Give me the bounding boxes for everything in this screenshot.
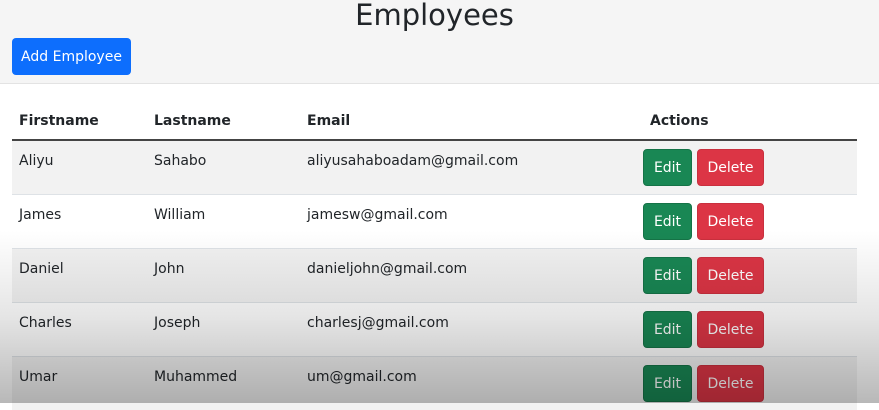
edit-button[interactable]: Edit	[643, 149, 692, 186]
lastname-cell: Muhammed	[147, 357, 300, 410]
firstname-cell: Umar	[12, 357, 147, 410]
lastname-cell: William	[147, 195, 300, 249]
actions-cell: EditDelete	[643, 140, 857, 195]
actions-cell: EditDelete	[643, 357, 857, 410]
email-text: um@gmail.com	[307, 357, 643, 385]
lastname-cell: Joseph	[147, 303, 300, 357]
edit-button[interactable]: Edit	[643, 203, 692, 240]
email-text: aliyusahaboadam@gmail.com	[307, 141, 643, 169]
lastname-text: William	[154, 195, 300, 223]
table-header-row: Firstname Lastname Email Actions	[12, 102, 857, 140]
actions-cell: EditDelete	[643, 249, 857, 303]
table-row: Daniel John danieljohn@gmail.com EditDel…	[12, 249, 857, 303]
table-row: Charles Joseph charlesj@gmail.com EditDe…	[12, 303, 857, 357]
email-text: danieljohn@gmail.com	[307, 249, 643, 277]
employees-table: Firstname Lastname Email Actions Aliyu S…	[12, 102, 857, 410]
email-cell: danieljohn@gmail.com	[300, 249, 643, 303]
delete-button[interactable]: Delete	[697, 257, 764, 294]
edit-button[interactable]: Edit	[643, 311, 692, 348]
column-header-email: Email	[300, 102, 643, 140]
email-cell: charlesj@gmail.com	[300, 303, 643, 357]
add-employee-button[interactable]: Add Employee	[12, 38, 131, 75]
actions-cell: EditDelete	[643, 195, 857, 249]
column-header-lastname: Lastname	[147, 102, 300, 140]
delete-button[interactable]: Delete	[697, 365, 764, 402]
lastname-text: John	[154, 249, 300, 277]
email-text: charlesj@gmail.com	[307, 303, 643, 331]
lastname-cell: John	[147, 249, 300, 303]
edit-button[interactable]: Edit	[643, 257, 692, 294]
table-row: Aliyu Sahabo aliyusahaboadam@gmail.com E…	[12, 140, 857, 195]
firstname-cell: Daniel	[12, 249, 147, 303]
delete-button[interactable]: Delete	[697, 311, 764, 348]
table-row: Umar Muhammed um@gmail.com EditDelete	[12, 357, 857, 410]
lastname-text: Joseph	[154, 303, 300, 331]
column-header-actions: Actions	[643, 102, 857, 140]
email-text: jamesw@gmail.com	[307, 195, 643, 223]
email-cell: um@gmail.com	[300, 357, 643, 410]
column-header-firstname: Firstname	[12, 102, 147, 140]
firstname-text: Aliyu	[19, 141, 147, 169]
edit-button[interactable]: Edit	[643, 365, 692, 402]
firstname-cell: James	[12, 195, 147, 249]
header-area: Employees Add Employee	[0, 0, 879, 84]
email-cell: jamesw@gmail.com	[300, 195, 643, 249]
actions-cell: EditDelete	[643, 303, 857, 357]
table-row: James William jamesw@gmail.com EditDelet…	[12, 195, 857, 249]
firstname-text: Daniel	[19, 249, 147, 277]
firstname-cell: Charles	[12, 303, 147, 357]
lastname-text: Muhammed	[154, 357, 300, 385]
email-cell: aliyusahaboadam@gmail.com	[300, 140, 643, 195]
lastname-text: Sahabo	[154, 141, 300, 169]
delete-button[interactable]: Delete	[697, 149, 764, 186]
firstname-text: Umar	[19, 357, 147, 385]
firstname-cell: Aliyu	[12, 140, 147, 195]
firstname-text: James	[19, 195, 147, 223]
lastname-cell: Sahabo	[147, 140, 300, 195]
delete-button[interactable]: Delete	[697, 203, 764, 240]
page-title: Employees	[0, 0, 869, 30]
firstname-text: Charles	[19, 303, 147, 331]
